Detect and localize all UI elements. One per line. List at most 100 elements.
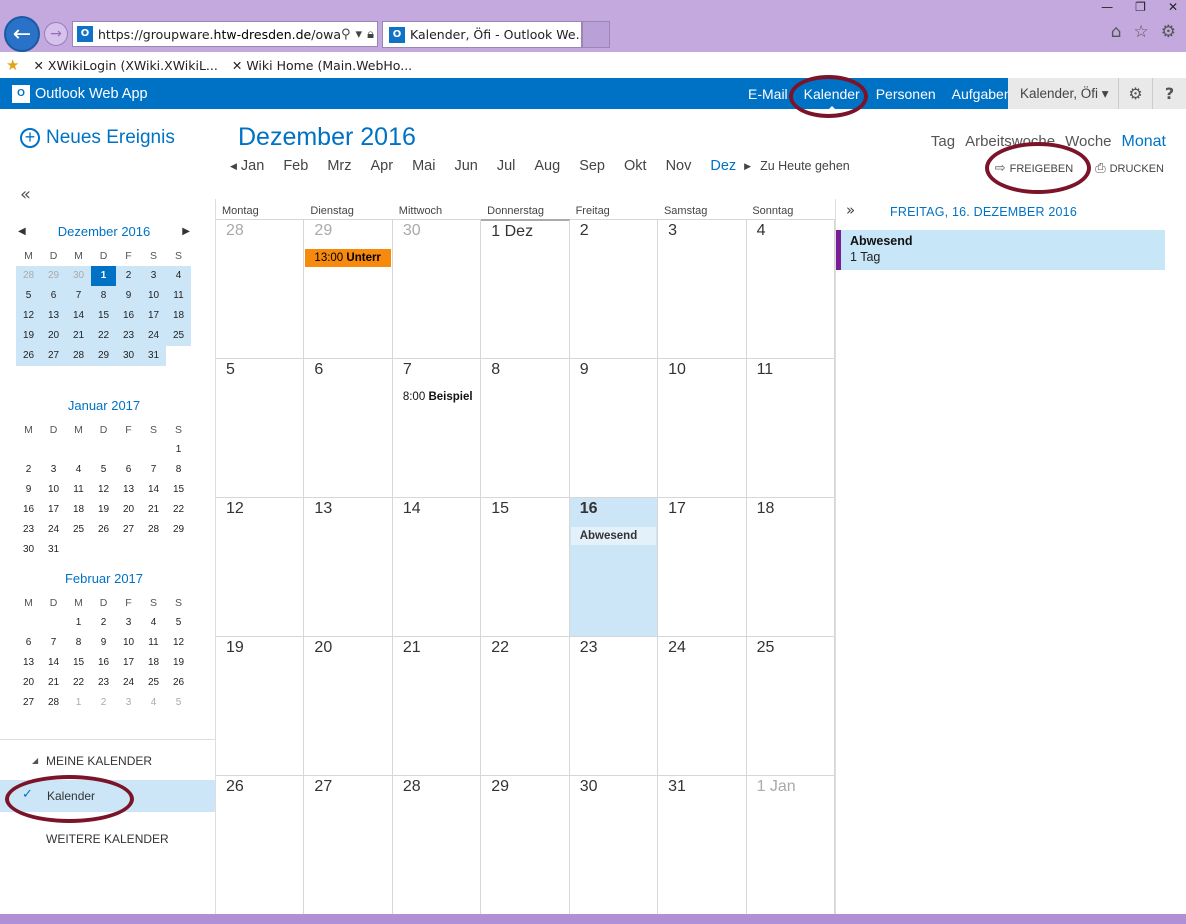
month-link[interactable]: Okt: [624, 158, 647, 174]
mini-day[interactable]: 28: [16, 266, 41, 286]
prev-month-icon[interactable]: ◀: [18, 222, 26, 242]
mini-day[interactable]: 5: [166, 613, 191, 633]
mini-day[interactable]: 28: [141, 520, 166, 540]
calendar-day-cell[interactable]: 25: [746, 636, 835, 775]
mini-day[interactable]: 14: [41, 653, 66, 673]
month-link[interactable]: Jul: [497, 158, 516, 174]
mini-day[interactable]: 7: [141, 460, 166, 480]
mini-day[interactable]: 5: [91, 460, 116, 480]
mini-day[interactable]: 30: [66, 266, 91, 286]
expand-pane-icon[interactable]: »: [846, 201, 855, 219]
owa-logo[interactable]: O Outlook Web App: [12, 85, 148, 103]
collapse-sidebar-icon[interactable]: «: [20, 184, 31, 205]
mini-day[interactable]: 23: [91, 673, 116, 693]
mini-day[interactable]: 31: [141, 346, 166, 366]
mini-day[interactable]: 20: [16, 673, 41, 693]
browser-tab-active[interactable]: O Kalender, Öfi - Outlook We... ×: [382, 21, 582, 48]
mini-day[interactable]: 27: [41, 346, 66, 366]
calendar-day-cell[interactable]: 1 Jan: [746, 775, 835, 914]
mini-day[interactable]: 1: [66, 613, 91, 633]
dropdown-icon[interactable]: ▾: [356, 27, 363, 42]
new-tab-button[interactable]: [582, 21, 610, 48]
mini-calendar-title[interactable]: Februar 2017: [65, 571, 143, 586]
calendar-day-cell[interactable]: 4: [746, 219, 835, 358]
mini-day[interactable]: 7: [66, 286, 91, 306]
settings-gear-icon[interactable]: ⚙: [1118, 78, 1152, 109]
mini-day[interactable]: 11: [66, 480, 91, 500]
calendar-event[interactable]: 13:00 Unterr: [305, 249, 391, 267]
back-button[interactable]: ←: [4, 16, 40, 52]
mini-day[interactable]: 17: [141, 306, 166, 326]
mini-day[interactable]: 23: [116, 326, 141, 346]
print-button[interactable]: ⎙ DRUCKEN: [1095, 160, 1164, 176]
month-link[interactable]: Feb: [283, 158, 308, 174]
mini-day[interactable]: 29: [166, 520, 191, 540]
calendar-day-cell[interactable]: 18: [746, 497, 835, 636]
mini-day[interactable]: 10: [141, 286, 166, 306]
calendar-day-cell[interactable]: 19: [216, 636, 305, 775]
calendar-day-cell[interactable]: 3: [658, 219, 747, 358]
mini-day[interactable]: 12: [166, 633, 191, 653]
mini-day[interactable]: 14: [66, 306, 91, 326]
mini-day[interactable]: 5: [166, 693, 191, 713]
mini-day[interactable]: 15: [66, 653, 91, 673]
mini-calendar-title[interactable]: Januar 2017: [68, 398, 140, 413]
month-link[interactable]: Jan: [241, 158, 264, 174]
mini-day[interactable]: 3: [116, 693, 141, 713]
mini-day[interactable]: 2: [116, 266, 141, 286]
mini-day[interactable]: 18: [141, 653, 166, 673]
mini-day[interactable]: 13: [41, 306, 66, 326]
mini-day[interactable]: 24: [141, 326, 166, 346]
forward-button[interactable]: →: [44, 22, 68, 46]
month-link[interactable]: Aug: [534, 158, 560, 174]
mini-day[interactable]: 22: [91, 326, 116, 346]
mini-day[interactable]: 4: [141, 613, 166, 633]
mini-day[interactable]: 12: [91, 480, 116, 500]
calendar-day-cell[interactable]: 17: [658, 497, 747, 636]
mini-day[interactable]: 28: [66, 346, 91, 366]
prev-arrow-icon[interactable]: ◀: [230, 161, 237, 172]
mini-day[interactable]: 9: [16, 480, 41, 500]
detail-event[interactable]: Abwesend 1 Tag: [836, 230, 1165, 270]
calendar-day-cell[interactable]: 10: [658, 358, 747, 497]
mini-day[interactable]: 24: [116, 673, 141, 693]
lock-icon[interactable]: 🔒︎: [367, 27, 374, 42]
mini-day[interactable]: 27: [16, 693, 41, 713]
calendar-day-cell[interactable]: 16 Abwesend: [569, 497, 659, 636]
mini-day[interactable]: 2: [91, 693, 116, 713]
mini-day[interactable]: 22: [66, 673, 91, 693]
month-link[interactable]: Mai: [412, 158, 435, 174]
mini-day[interactable]: 29: [91, 346, 116, 366]
mini-day[interactable]: 18: [66, 500, 91, 520]
mini-day[interactable]: 8: [91, 286, 116, 306]
mini-day[interactable]: 13: [116, 480, 141, 500]
mini-day[interactable]: 10: [116, 633, 141, 653]
mini-day[interactable]: 25: [166, 326, 191, 346]
mini-day[interactable]: 16: [116, 306, 141, 326]
mini-day[interactable]: 25: [66, 520, 91, 540]
favorite-link[interactable]: ✕ XWikiLogin (XWiki.XWikiL...: [33, 58, 217, 73]
go-today-link[interactable]: Zu Heute gehen: [760, 159, 850, 173]
mini-day[interactable]: 2: [16, 460, 41, 480]
maximize-button[interactable]: ❐: [1135, 0, 1146, 14]
mini-day[interactable]: 4: [141, 693, 166, 713]
help-button[interactable]: ?: [1152, 78, 1186, 109]
user-menu[interactable]: Kalender, Öfi ▾: [1008, 78, 1118, 109]
mini-day[interactable]: 6: [41, 286, 66, 306]
mini-day[interactable]: 24: [41, 520, 66, 540]
mini-day[interactable]: 9: [116, 286, 141, 306]
nav-email[interactable]: E-Mail: [740, 86, 796, 102]
month-link[interactable]: Jun: [454, 158, 477, 174]
minimize-button[interactable]: —: [1101, 0, 1113, 14]
calendar-day-cell[interactable]: 24: [658, 636, 747, 775]
mini-day[interactable]: 20: [116, 500, 141, 520]
mini-day[interactable]: 21: [41, 673, 66, 693]
favorites-star-icon[interactable]: ★: [6, 56, 19, 74]
mini-day[interactable]: 26: [16, 346, 41, 366]
calendar-day-cell[interactable]: 9: [569, 358, 659, 497]
mini-day[interactable]: 13: [16, 653, 41, 673]
calendar-day-cell[interactable]: 7 8:00 Beispiel: [392, 358, 482, 497]
calendar-day-cell[interactable]: 22: [481, 636, 570, 775]
mini-day[interactable]: 8: [166, 460, 191, 480]
calendar-event[interactable]: 8:00 Beispiel: [394, 388, 479, 406]
